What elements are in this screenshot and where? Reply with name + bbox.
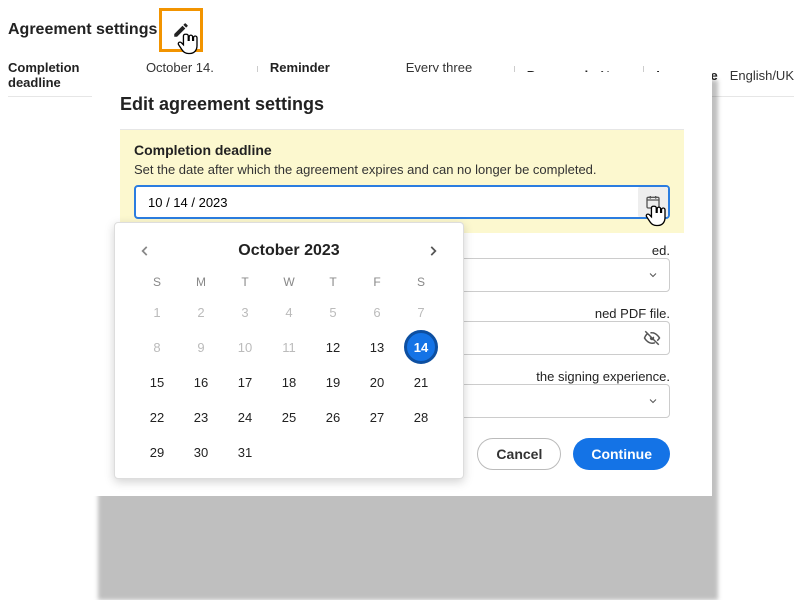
calendar-day: 1 <box>135 301 179 324</box>
calendar-day[interactable]: 31 <box>223 441 267 464</box>
calendar-month-label: October 2023 <box>238 242 339 260</box>
calendar-day[interactable]: 22 <box>135 406 179 429</box>
edit-agreement-button[interactable] <box>159 8 203 52</box>
calendar-day[interactable]: 27 <box>355 406 399 429</box>
modal-title: Edit agreement settings <box>120 94 684 115</box>
calendar-day[interactable]: 15 <box>135 371 179 394</box>
deadline-section: Completion deadline Set the date after w… <box>120 130 684 233</box>
prev-month-button[interactable] <box>135 241 155 261</box>
calendar-dow: W <box>267 275 311 289</box>
calendar-dow: S <box>135 275 179 289</box>
calendar-day: 8 <box>135 336 179 359</box>
calendar-day[interactable]: 21 <box>399 371 443 394</box>
calendar-day[interactable]: 19 <box>311 371 355 394</box>
calendar-day[interactable]: 30 <box>179 441 223 464</box>
calendar-day: 5 <box>311 301 355 324</box>
calendar-day: 2 <box>179 301 223 324</box>
calendar-dow: S <box>399 275 443 289</box>
summary-language-value: English/UK <box>730 68 794 83</box>
chevron-down-icon <box>647 269 659 281</box>
deadline-desc: Set the date after which the agreement e… <box>134 162 670 177</box>
calendar-day[interactable]: 23 <box>179 406 223 429</box>
calendar-dow: T <box>311 275 355 289</box>
calendar-day[interactable]: 24 <box>223 406 267 429</box>
continue-button[interactable]: Continue <box>573 438 670 470</box>
calendar-day-selected[interactable]: 14 <box>404 330 438 364</box>
calendar-day: 3 <box>223 301 267 324</box>
calendar-dow: F <box>355 275 399 289</box>
page-title: Agreement settings <box>8 21 157 39</box>
calendar-day: 6 <box>355 301 399 324</box>
cancel-button[interactable]: Cancel <box>477 438 561 470</box>
calendar-day[interactable]: 26 <box>311 406 355 429</box>
calendar-day: 11 <box>267 336 311 359</box>
calendar-day[interactable]: 13 <box>355 336 399 359</box>
cursor-hand-icon <box>644 201 672 229</box>
chevron-down-icon <box>647 395 659 407</box>
calendar-day[interactable]: 17 <box>223 371 267 394</box>
deadline-label: Completion deadline <box>134 142 670 158</box>
calendar-day: 9 <box>179 336 223 359</box>
calendar-day[interactable]: 12 <box>311 336 355 359</box>
calendar-day[interactable]: 28 <box>399 406 443 429</box>
cursor-hand-icon <box>176 29 204 57</box>
date-picker: October 2023 SMTWTFS12345678910111213141… <box>114 222 464 479</box>
chevron-right-icon <box>426 244 440 258</box>
calendar-day: 7 <box>399 301 443 324</box>
deadline-input[interactable] <box>134 185 670 219</box>
calendar-day[interactable]: 16 <box>179 371 223 394</box>
eye-off-icon[interactable] <box>643 329 661 347</box>
calendar-day[interactable]: 25 <box>267 406 311 429</box>
calendar-day: 10 <box>223 336 267 359</box>
calendar-dow: M <box>179 275 223 289</box>
calendar-day: 4 <box>267 301 311 324</box>
chevron-left-icon <box>138 244 152 258</box>
calendar-grid: SMTWTFS123456789101112131415161718192021… <box>135 275 443 464</box>
calendar-dow: T <box>223 275 267 289</box>
calendar-day[interactable]: 29 <box>135 441 179 464</box>
next-month-button[interactable] <box>423 241 443 261</box>
calendar-day[interactable]: 18 <box>267 371 311 394</box>
calendar-day[interactable]: 20 <box>355 371 399 394</box>
